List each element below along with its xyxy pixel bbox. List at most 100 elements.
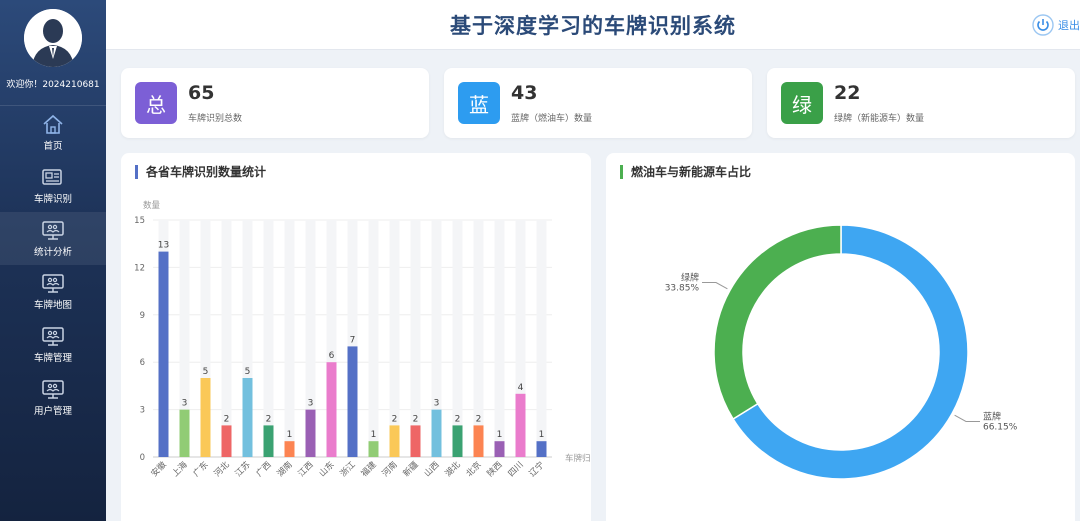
sidebar-item-label: 用户管理 — [33, 406, 72, 417]
stat-label: 车牌识别总数 — [188, 114, 243, 124]
bar — [158, 251, 169, 457]
sidebar-item-4[interactable]: 车牌地图 — [0, 265, 106, 318]
x-tick-label: 上海 — [170, 459, 190, 479]
sidebar-item-label: 首页 — [43, 141, 63, 152]
bar — [389, 425, 400, 457]
bar-value-label: 1 — [497, 430, 503, 440]
monitor-icon — [42, 274, 64, 293]
stat-card-green: 绿 22 绿牌（新能源车）数量 — [767, 68, 1075, 138]
sidebar-item-2[interactable]: 车牌识别 — [0, 159, 106, 212]
logout-button[interactable]: 退出 — [1032, 14, 1080, 36]
sidebar-item-1[interactable]: 首页 — [0, 106, 106, 159]
bar — [305, 409, 316, 457]
sidebar-item-6[interactable]: 用户管理 — [0, 371, 106, 424]
monitor-icon — [42, 327, 64, 346]
bar — [536, 441, 547, 457]
pie-slice-percent: 33.85% — [665, 284, 700, 294]
x-tick-label: 陕西 — [485, 459, 505, 479]
bar-value-label: 13 — [158, 241, 169, 251]
x-tick-label: 湖北 — [444, 460, 463, 479]
bar-value-label: 4 — [518, 383, 524, 393]
bar-value-label: 3 — [434, 399, 440, 409]
x-tick-label: 山西 — [422, 459, 442, 479]
sidebar-item-3[interactable]: 统计分析 — [0, 212, 106, 265]
sidebar-item-label: 车牌识别 — [33, 194, 72, 205]
bar-background — [536, 220, 547, 457]
sidebar-item-label: 车牌管理 — [33, 353, 72, 364]
x-tick-label: 安徽 — [149, 459, 169, 479]
bar — [347, 346, 358, 457]
monitor-icon — [42, 221, 64, 240]
pie-slice-percent: 66.15% — [983, 422, 1018, 432]
x-axis-label: 车牌归 — [565, 453, 591, 464]
stat-badge: 蓝 — [458, 82, 500, 124]
pie-label-leader — [702, 282, 728, 290]
x-tick-label: 北京 — [464, 459, 484, 479]
ratio-donut-chart: 蓝牌66.15% 绿牌33.85% — [665, 224, 1018, 480]
x-tick-label: 湖南 — [275, 459, 295, 479]
bar-value-label: 7 — [350, 335, 356, 345]
y-tick-label: 0 — [140, 453, 145, 463]
x-tick-label: 浙江 — [338, 459, 358, 479]
bar — [242, 378, 253, 457]
sidebar-item-5[interactable]: 车牌管理 — [0, 318, 106, 371]
y-tick-label: 15 — [134, 216, 145, 226]
pie-slice-name: 蓝牌 — [983, 410, 1001, 422]
stat-label: 蓝牌（燃油车）数量 — [511, 114, 593, 124]
sidebar-item-label: 统计分析 — [33, 247, 72, 258]
sidebar: 欢迎你！2024210681 首页 车牌识别 统计分析 车牌地图 车牌管理 用户管理 — [0, 0, 106, 521]
province-bar-chart: 数量0369121513安徽3上海5广东2河北5江苏2广西1湖南3江西6山东7浙… — [134, 200, 591, 479]
stat-badge: 总 — [135, 82, 177, 124]
bar — [263, 425, 274, 457]
bar-value-label: 3 — [308, 399, 314, 409]
x-tick-label: 广西 — [254, 459, 274, 479]
license-plate-icon — [42, 169, 62, 185]
bar — [431, 409, 442, 457]
bar — [284, 441, 295, 457]
x-tick-label: 河北 — [212, 459, 232, 479]
x-tick-label: 江苏 — [233, 459, 253, 479]
y-tick-label: 12 — [134, 263, 145, 273]
bar-value-label: 1 — [539, 430, 545, 440]
monitor-icon — [42, 380, 64, 399]
y-tick-label: 3 — [140, 406, 145, 416]
bar — [410, 425, 421, 457]
stat-value: 43 — [511, 82, 538, 104]
bar-value-label: 2 — [224, 414, 230, 424]
user-avatar — [24, 9, 82, 67]
stat-value: 22 — [834, 82, 861, 104]
bar — [452, 425, 463, 457]
bar — [494, 441, 505, 457]
x-tick-label: 江西 — [297, 460, 316, 479]
pie-slice — [713, 224, 842, 421]
power-icon — [1032, 14, 1054, 36]
bar-value-label: 1 — [371, 430, 377, 440]
page-title: 基于深度学习的车牌识别系统 — [450, 14, 736, 38]
stat-label: 绿牌（新能源车）数量 — [834, 114, 925, 124]
bar-background — [494, 220, 505, 457]
x-tick-label: 新疆 — [401, 459, 421, 479]
bar-value-label: 6 — [329, 351, 335, 361]
home-icon — [43, 114, 63, 134]
x-tick-label: 辽宁 — [527, 459, 547, 479]
bar — [326, 362, 337, 457]
bar-value-label: 5 — [245, 367, 251, 377]
pie-label-leader — [954, 414, 980, 422]
header: 基于深度学习的车牌识别系统 退出 — [106, 0, 1080, 50]
bar-value-label: 5 — [203, 367, 209, 377]
ratio-pie-panel: 燃油车与新能源车占比 蓝牌 66.15% 绿牌 33.85% — [606, 153, 1075, 521]
stat-badge: 绿 — [781, 82, 823, 124]
bar-background — [368, 220, 379, 457]
bar-value-label: 2 — [266, 414, 272, 424]
y-tick-label: 9 — [140, 311, 145, 321]
bar-value-label: 2 — [392, 414, 398, 424]
bar-value-label: 2 — [455, 414, 461, 424]
bar-value-label: 2 — [413, 414, 419, 424]
bar — [515, 393, 526, 457]
bar — [473, 425, 484, 457]
x-tick-label: 山东 — [317, 459, 337, 479]
bar-value-label: 1 — [287, 430, 293, 440]
y-axis-label: 数量 — [143, 200, 161, 211]
bar — [200, 378, 211, 457]
x-tick-label: 福建 — [359, 459, 379, 479]
